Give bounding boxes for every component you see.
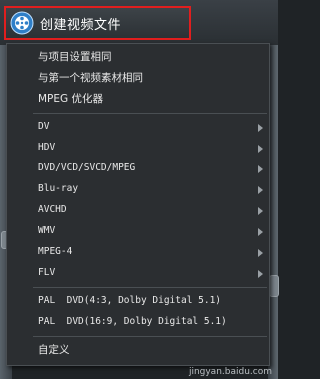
submenu-arrow-icon	[258, 249, 263, 258]
watermark-text: jingyan.baidu.com	[188, 367, 272, 377]
menu-separator	[33, 112, 267, 114]
menu-item-pal-dvd-16-9[interactable]: PAL DVD(16:9, Dolby Digital 5.1)	[7, 312, 269, 333]
menu-item-label: WMV	[38, 225, 56, 237]
submenu-arrow-icon	[258, 269, 263, 278]
create-video-dropdown-menu: 与项目设置相同 与第一个视频素材相同 MPEG 优化器 DV HDV DVD/V…	[6, 43, 270, 366]
menu-item-blu-ray[interactable]: Blu-ray	[7, 179, 269, 200]
menu-item-label: PAL DVD(16:9, Dolby Digital 5.1)	[38, 315, 227, 327]
menu-item-custom[interactable]: 自定义	[7, 340, 269, 361]
menu-separator	[33, 286, 267, 288]
disc-film-icon	[10, 11, 34, 35]
menu-item-label: MPEG 优化器	[38, 92, 103, 105]
menu-item-label: MPEG-4	[38, 246, 73, 258]
menu-item-label: 与项目设置相同	[38, 51, 112, 63]
submenu-arrow-icon	[258, 228, 263, 237]
menu-item-mpeg-4[interactable]: MPEG-4	[7, 242, 269, 263]
menu-item-label: DV	[38, 120, 50, 132]
menu-item-label: FLV	[38, 266, 56, 278]
menu-item-pal-dvd-4-3[interactable]: PAL DVD(4:3, Dolby Digital 5.1)	[7, 291, 269, 312]
submenu-arrow-icon	[258, 165, 263, 174]
submenu-arrow-icon	[258, 186, 263, 195]
menu-item-label: Blu-ray	[38, 183, 79, 195]
submenu-arrow-icon	[258, 207, 263, 216]
menu-item-flv[interactable]: FLV	[7, 263, 269, 284]
menu-item-same-as-first-clip[interactable]: 与第一个视频素材相同	[7, 68, 269, 89]
submenu-arrow-icon	[258, 144, 263, 153]
submenu-arrow-icon	[258, 123, 263, 132]
right-scroll-handle[interactable]	[269, 275, 279, 297]
menu-item-dv[interactable]: DV	[7, 117, 269, 138]
menu-item-label: PAL DVD(4:3, Dolby Digital 5.1)	[38, 294, 222, 306]
menu-item-label: 自定义	[38, 343, 70, 356]
menu-item-hdv[interactable]: HDV	[7, 138, 269, 159]
menu-item-mpeg-optimizer[interactable]: MPEG 优化器	[7, 89, 269, 110]
menu-item-label: 与第一个视频素材相同	[38, 71, 143, 84]
menu-item-dvd-vcd-svcd-mpeg[interactable]: DVD/VCD/SVCD/MPEG	[7, 158, 269, 179]
create-video-file-button[interactable]: 创建视频文件	[4, 6, 191, 40]
menu-item-wmv[interactable]: WMV	[7, 221, 269, 242]
menu-separator	[33, 335, 267, 337]
menu-item-label: DVD/VCD/SVCD/MPEG	[38, 162, 136, 174]
menu-item-label: HDV	[38, 141, 56, 153]
menu-item-avchd[interactable]: AVCHD	[7, 200, 269, 221]
header-title: 创建视频文件	[40, 17, 122, 33]
menu-item-label: AVCHD	[38, 204, 67, 216]
menu-item-same-as-project[interactable]: 与项目设置相同	[7, 47, 269, 68]
